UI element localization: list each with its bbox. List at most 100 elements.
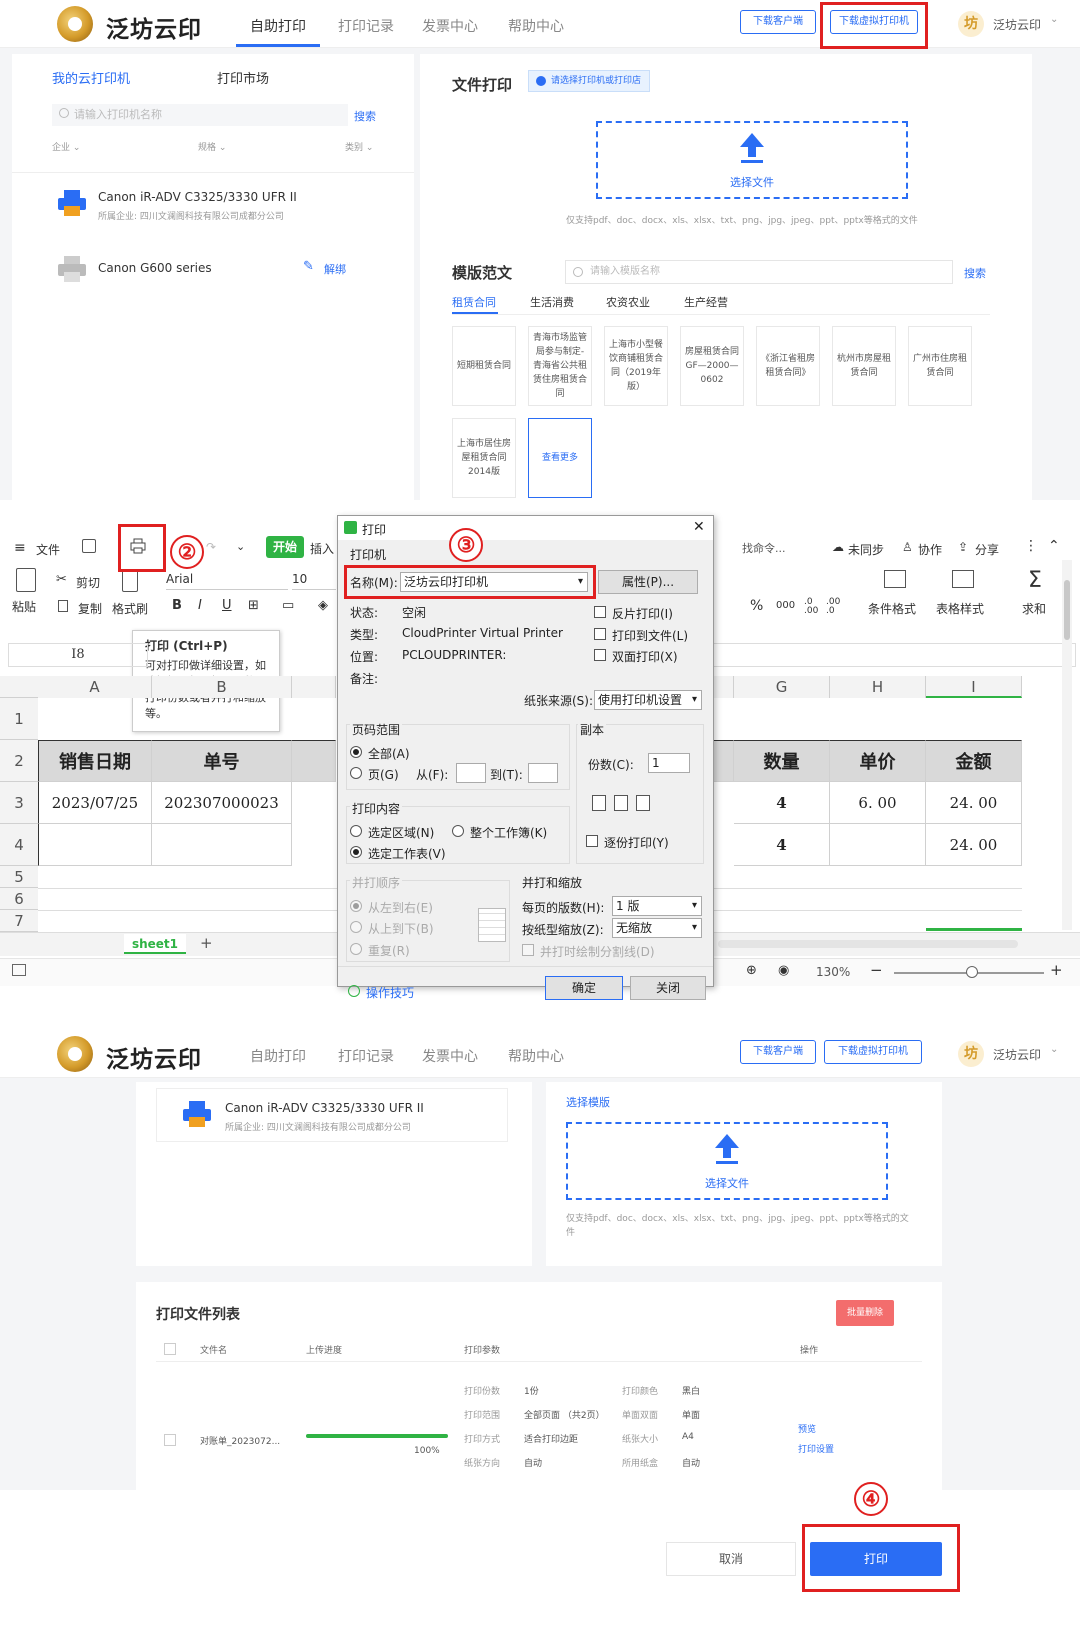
tab-agriculture[interactable]: 农资农业 (606, 294, 650, 310)
select-all-checkbox[interactable] (164, 1343, 176, 1355)
formula-input[interactable] (712, 643, 1076, 667)
to-input[interactable] (528, 763, 558, 783)
col-header-h[interactable]: H (830, 676, 926, 698)
header-price[interactable]: 单价 (830, 740, 926, 782)
sum-button[interactable]: 求和 (1022, 600, 1046, 617)
format-painter-icon[interactable] (122, 570, 138, 592)
order-ltr-radio[interactable] (350, 900, 362, 912)
sum-icon[interactable]: Σ (1028, 568, 1042, 593)
selected-sheet-radio[interactable] (350, 846, 362, 858)
printer-selected-card[interactable]: Canon iR-ADV C3325/3330 UFR II 所属企业: 四川文… (156, 1088, 508, 1142)
border-icon[interactable]: ⊞ (248, 598, 259, 613)
header-partial[interactable] (292, 740, 336, 782)
collab-button[interactable]: 协作 (918, 541, 942, 558)
filter-category[interactable]: 类别 ⌄ (345, 140, 373, 153)
table-style-button[interactable]: 表格样式 (936, 600, 984, 617)
save-icon[interactable] (82, 539, 96, 553)
percent-icon[interactable]: % (750, 598, 763, 614)
template-card[interactable]: 广州市住房租赁合同 (908, 326, 972, 406)
format-painter-button[interactable]: 格式刷 (112, 600, 148, 617)
template-card[interactable]: 上海市小型餐饮商铺租赁合同（2019年版） (604, 326, 668, 406)
tab-start[interactable]: 开始 (266, 536, 304, 558)
nav-invoice[interactable]: 发票中心 (422, 1046, 478, 1066)
cancel-button[interactable]: 取消 (666, 1542, 796, 1576)
underline-button[interactable]: U (222, 598, 232, 613)
per-page-select[interactable]: 1 版 (612, 896, 702, 916)
template-card[interactable]: 上海市居住房屋租赁合同2014版 (452, 418, 516, 498)
cell-order-no[interactable] (152, 824, 292, 866)
share-button[interactable]: 分享 (975, 541, 999, 558)
print-to-file-checkbox[interactable] (594, 628, 606, 640)
paste-icon[interactable] (16, 568, 36, 592)
row-header-4[interactable]: 4 (0, 824, 38, 866)
status-icon[interactable] (12, 964, 26, 976)
zoom-level[interactable]: 130% (816, 965, 850, 979)
horizontal-scrollbar[interactable] (718, 940, 1018, 948)
nav-self-print[interactable]: 自助打印 (250, 16, 306, 36)
cut-button[interactable]: 剪切 (76, 574, 100, 591)
upload-dropzone[interactable]: 选择文件 (596, 121, 908, 199)
header-partial[interactable] (712, 740, 734, 782)
nav-help[interactable]: 帮助中心 (508, 16, 564, 36)
col-header-c[interactable] (292, 676, 336, 698)
tab-production[interactable]: 生产经营 (684, 294, 728, 310)
from-input[interactable] (456, 763, 486, 783)
scroll-thumb[interactable] (1064, 580, 1070, 640)
find-command[interactable]: 找命令... (742, 540, 786, 556)
cond-format-button[interactable]: 条件格式 (868, 600, 916, 617)
collate-checkbox[interactable] (586, 835, 598, 847)
nav-print-records[interactable]: 打印记录 (338, 1046, 394, 1066)
user-avatar[interactable]: 坊 (958, 1041, 984, 1067)
selection-radio[interactable] (350, 825, 362, 837)
thousand-icon[interactable]: 000 (776, 600, 795, 611)
eye-icon[interactable]: ◉ (778, 963, 789, 978)
printer-search-button[interactable]: 搜索 (354, 108, 376, 124)
cell-amount[interactable]: 24. 00 (926, 824, 1022, 866)
col-header-g[interactable]: G (734, 676, 830, 698)
col-header-a[interactable]: A (38, 676, 152, 698)
collapse-icon[interactable]: ⌃ (1048, 538, 1060, 554)
template-card[interactable]: 青海市场监管局参与制定-青海省公共租赁住房租赁合同 (528, 326, 592, 406)
nav-invoice[interactable]: 发票中心 (422, 16, 478, 36)
dialog-close-button[interactable]: 关闭 (630, 976, 706, 1000)
tab-print-market[interactable]: 打印市场 (217, 68, 269, 87)
cell-reference-box[interactable]: I8 (8, 643, 148, 667)
tab-insert[interactable]: 插入 (310, 540, 334, 557)
row-checkbox[interactable] (164, 1434, 176, 1446)
copy-icon[interactable] (58, 600, 68, 612)
view-icon[interactable]: ⊕ (746, 963, 757, 978)
template-card[interactable]: 《浙江省租房租赁合同》 (756, 326, 820, 406)
print-button[interactable]: 打印 (810, 1542, 942, 1576)
col-header-i[interactable]: I (926, 676, 1022, 698)
zoom-out-icon[interactable]: − (870, 961, 883, 979)
workbook-radio[interactable] (452, 825, 464, 837)
copy-button[interactable]: 复制 (78, 600, 102, 617)
font-size-select[interactable]: 10 (292, 568, 336, 590)
row-header-2[interactable]: 2 (0, 740, 38, 782)
download-client-button[interactable]: 下载客户端 (740, 1040, 816, 1064)
ok-button[interactable]: 确定 (545, 976, 623, 1000)
filter-spec[interactable]: 规格 ⌄ (198, 140, 226, 153)
italic-button[interactable]: I (198, 598, 202, 613)
template-card[interactable]: 短期租赁合同 (452, 326, 516, 406)
print-icon[interactable] (130, 538, 146, 554)
cell-qty[interactable]: 4 (734, 824, 830, 866)
upload-dropzone[interactable]: 选择文件 (566, 1122, 888, 1200)
printer-item-canon-g600[interactable]: Canon G600 series (98, 261, 212, 275)
nav-self-print[interactable]: 自助打印 (250, 1046, 306, 1066)
add-sheet-icon[interactable]: + (200, 934, 213, 952)
unbind-button[interactable]: 解绑 (324, 261, 346, 277)
close-icon[interactable]: ✕ (693, 519, 705, 535)
tips-link[interactable]: 操作技巧 (366, 984, 414, 1001)
template-search-input[interactable]: 请输入模版名称 (565, 260, 953, 284)
cut-icon[interactable]: ✂ (56, 572, 67, 587)
cell-price[interactable]: 6. 00 (830, 782, 926, 824)
highlight-icon[interactable]: ◈ (318, 598, 328, 613)
cell-price[interactable] (830, 824, 926, 866)
batch-delete-button[interactable]: 批量删除 (836, 1300, 894, 1326)
row-header-7[interactable]: 7 (0, 910, 38, 932)
view-more-card[interactable]: 查看更多 (528, 418, 592, 498)
filter-company[interactable]: 企业 ⌄ (52, 140, 80, 153)
nav-help[interactable]: 帮助中心 (508, 1046, 564, 1066)
row-header-1[interactable]: 1 (0, 698, 38, 740)
